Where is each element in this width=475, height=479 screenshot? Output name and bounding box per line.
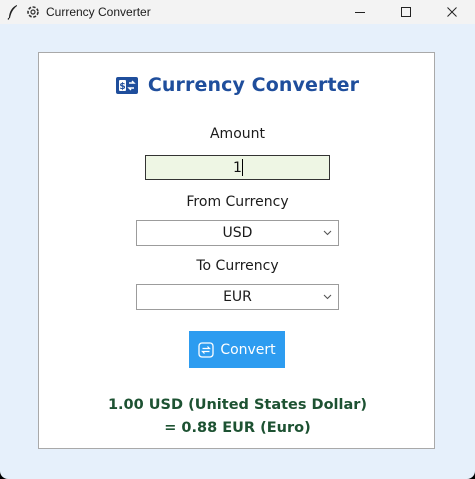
text-caret [242, 159, 243, 176]
to-currency-value: EUR [223, 289, 252, 305]
window-controls [337, 0, 475, 24]
maximize-button[interactable] [383, 0, 429, 24]
result-line-2: = 0.88 EUR (Euro) [164, 420, 311, 436]
minimize-icon [355, 12, 365, 13]
page-title: $ Currency Converter [0, 74, 475, 96]
to-currency-select[interactable]: EUR [136, 284, 339, 310]
convert-button-label: Convert [220, 341, 276, 358]
minimize-button[interactable] [337, 0, 383, 24]
maximize-icon [401, 7, 411, 17]
amount-label: Amount [209, 126, 265, 142]
close-button[interactable] [429, 0, 475, 24]
close-icon [447, 7, 457, 17]
chevron-down-icon [323, 230, 332, 236]
chevron-down-icon [323, 294, 332, 300]
app-gear-icon [24, 3, 42, 21]
window-title: Currency Converter [46, 5, 151, 19]
currency-exchange-icon: $ [115, 76, 138, 94]
exchange-icon [198, 341, 214, 358]
convert-button[interactable]: Convert [189, 331, 285, 368]
to-currency-label: To Currency [196, 258, 279, 274]
svg-text:$: $ [119, 82, 125, 92]
from-currency-value: USD [222, 225, 253, 241]
from-currency-select[interactable]: USD [136, 220, 339, 246]
app-window: Currency Converter $ Currency Converter … [0, 0, 475, 479]
amount-input[interactable] [145, 155, 330, 180]
converter-panel [38, 52, 435, 449]
heading-text: Currency Converter [147, 74, 360, 96]
result-line-1: 1.00 USD (United States Dollar) [107, 397, 368, 413]
title-bar[interactable]: Currency Converter [0, 0, 475, 24]
from-currency-label: From Currency [186, 194, 289, 210]
feather-icon [4, 3, 22, 21]
